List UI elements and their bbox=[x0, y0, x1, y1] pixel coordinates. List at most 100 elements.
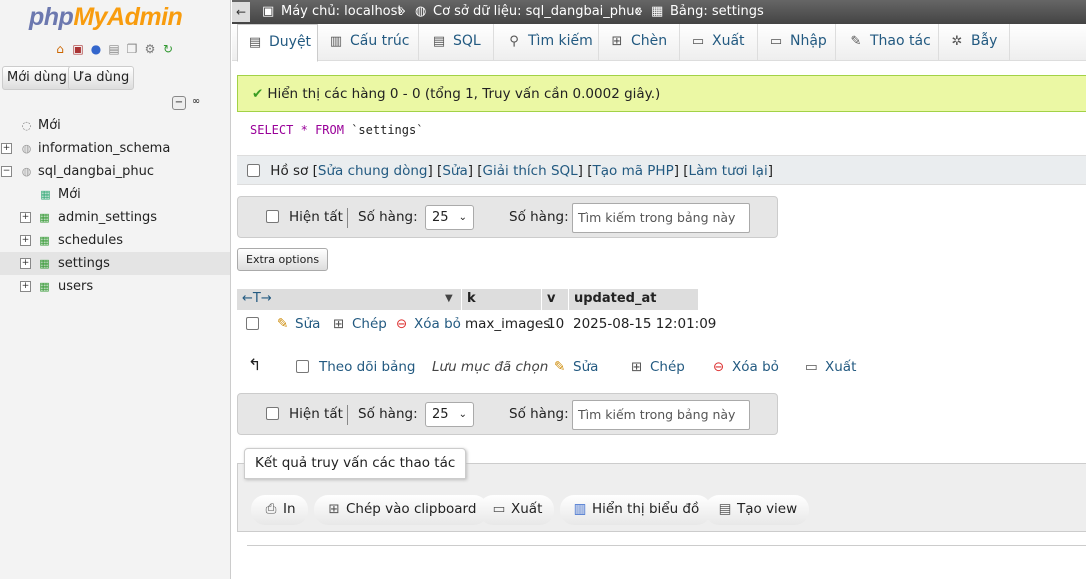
cell-k[interactable]: max_images bbox=[465, 312, 550, 336]
tree-controls: − ∞ bbox=[172, 96, 203, 110]
column-header-v[interactable]: v bbox=[542, 289, 569, 310]
show-all-checkbox[interactable] bbox=[266, 210, 279, 223]
reload-icon[interactable]: ↻ bbox=[160, 41, 176, 57]
tab-browse[interactable]: ▤ Duyệt bbox=[237, 24, 318, 62]
tab-export[interactable]: ▭ Xuất bbox=[680, 24, 758, 61]
sort-icon[interactable]: ▼ bbox=[445, 289, 453, 309]
edit-link[interactable]: Sửa bbox=[442, 163, 467, 179]
tree-new-table[interactable]: ▦ Mới bbox=[0, 183, 230, 206]
show-all-checkbox[interactable] bbox=[266, 407, 279, 420]
help-icon[interactable]: ● bbox=[88, 41, 104, 57]
check-all-checkbox[interactable] bbox=[296, 360, 309, 373]
refresh-link[interactable]: Làm tươi lại bbox=[689, 163, 768, 179]
view-icon: ▤ bbox=[718, 501, 732, 517]
breadcrumb-server[interactable]: Máy chủ: localhost bbox=[281, 0, 403, 24]
navigation-bar-bottom: Hiện tất Số hàng: 25 ⌄ Số hàng: Tìm kiếm … bbox=[237, 393, 778, 435]
row-checkbox[interactable] bbox=[246, 317, 259, 330]
collapse-all-icon[interactable]: − bbox=[172, 96, 186, 110]
copy-icon: ⊞ bbox=[333, 316, 345, 332]
extra-options-button[interactable]: Extra options bbox=[237, 248, 329, 271]
chart-icon: ▥ bbox=[573, 501, 587, 517]
print-button[interactable]: ⎙ In bbox=[251, 495, 308, 525]
rows-select[interactable]: 25 ⌄ bbox=[425, 402, 474, 427]
tree-table-admin-settings[interactable]: + ▦ admin_settings bbox=[0, 206, 230, 229]
cell-v[interactable]: 10 bbox=[547, 312, 564, 336]
filter-label: Số hàng: bbox=[509, 209, 569, 225]
expand-icon[interactable]: + bbox=[20, 281, 31, 292]
table-row: ✎ Sửa ⊞ Chép ⊖ Xóa bỏ max_images 10 2025… bbox=[237, 312, 716, 336]
divider bbox=[247, 545, 1086, 546]
tab-structure[interactable]: ▥ Cấu trúc bbox=[318, 24, 419, 61]
recent-button[interactable]: Mới dùng bbox=[2, 66, 72, 90]
row-edit-link[interactable]: Sửa bbox=[295, 312, 320, 336]
check-icon: ✔ bbox=[252, 86, 264, 102]
wrench-icon: ✎ bbox=[850, 34, 862, 49]
tab-operations[interactable]: ✎ Thao tác bbox=[836, 24, 939, 61]
table-icon: ▦ bbox=[39, 280, 50, 293]
explain-sql-link[interactable]: Giải thích SQL bbox=[483, 163, 578, 179]
breadcrumb-table[interactable]: Bảng: settings bbox=[670, 0, 764, 24]
export-button[interactable]: ▭ Xuất bbox=[479, 495, 555, 525]
link-icon[interactable]: ∞ bbox=[189, 96, 203, 110]
filter-rows-input[interactable]: Tìm kiếm trong bảng này bbox=[572, 400, 750, 430]
copy-to-clipboard-button[interactable]: ⊞ Chép vào clipboard bbox=[314, 495, 489, 525]
expand-icon[interactable]: + bbox=[20, 258, 31, 269]
bulk-edit-button[interactable]: Sửa bbox=[573, 355, 598, 379]
cell-updated-at[interactable]: 2025-08-15 12:01:09 bbox=[573, 312, 716, 336]
tree-db-sql-dangbai-phuc[interactable]: − ◍ sql_dangbai_phuc bbox=[0, 160, 230, 183]
tree-db-information-schema[interactable]: + ◍ information_schema bbox=[0, 137, 230, 160]
create-php-link[interactable]: Tạo mã PHP bbox=[593, 163, 674, 179]
docs-icon[interactable]: ▤ bbox=[106, 41, 122, 57]
breadcrumb-database[interactable]: Cơ sở dữ liệu: sql_dangbai_phuc bbox=[433, 0, 642, 24]
back-arrow-icon[interactable]: ← bbox=[232, 2, 250, 22]
tree-new-database[interactable]: ◌ Mới bbox=[0, 114, 230, 137]
copy-icon[interactable]: ❐ bbox=[124, 41, 140, 57]
expand-icon[interactable]: + bbox=[1, 143, 12, 154]
bulk-delete-button[interactable]: Xóa bỏ bbox=[732, 355, 779, 379]
phpmyadmin-logo[interactable]: phpMyAdmin bbox=[29, 3, 183, 32]
expand-icon[interactable]: + bbox=[20, 235, 31, 246]
logout-icon[interactable]: ▣ bbox=[70, 41, 86, 57]
arrow-up-icon: ↰ bbox=[248, 355, 262, 374]
export-icon: ▭ bbox=[691, 34, 705, 49]
column-arrows[interactable]: ←T→ ▼ bbox=[237, 289, 462, 310]
tree-table-users[interactable]: + ▦ users bbox=[0, 275, 230, 298]
expand-icon[interactable]: + bbox=[20, 212, 31, 223]
favorites-button[interactable]: Ưa dùng bbox=[68, 66, 135, 90]
rows-label: Số hàng: bbox=[358, 209, 418, 225]
database-tree: ◌ Mới + ◍ information_schema − ◍ sql_dan… bbox=[0, 114, 230, 298]
collapse-icon[interactable]: − bbox=[1, 166, 12, 177]
trigger-icon: ✲ bbox=[951, 34, 963, 49]
query-results-title: Kết quả truy vấn các thao tác bbox=[244, 448, 467, 479]
inline-edit-link[interactable]: Sửa chung dòng bbox=[318, 163, 428, 179]
bulk-copy-button[interactable]: Chép bbox=[650, 355, 685, 379]
tab-search[interactable]: ⚲ Tìm kiếm bbox=[494, 24, 599, 61]
filter-rows-input[interactable]: Tìm kiếm trong bảng này bbox=[572, 203, 750, 233]
tab-insert[interactable]: ⊞ Chèn bbox=[599, 24, 680, 61]
row-copy-link[interactable]: Chép bbox=[352, 312, 387, 336]
column-header-updated-at[interactable]: updated_at bbox=[569, 289, 699, 310]
query-tools-bar: Hồ sơ [Sửa chung dòng] [Sửa] [Giải thích… bbox=[237, 155, 1086, 185]
new-table-icon: ▦ bbox=[40, 188, 51, 201]
clipboard-icon: ⊞ bbox=[328, 501, 340, 517]
create-view-button[interactable]: ▤ Tạo view bbox=[705, 495, 810, 525]
rows-select[interactable]: 25 ⌄ bbox=[425, 205, 474, 230]
tree-table-settings[interactable]: + ▦ settings bbox=[0, 252, 230, 275]
database-icon: ◍ bbox=[21, 142, 32, 155]
tree-table-schedules[interactable]: + ▦ schedules bbox=[0, 229, 230, 252]
column-header-k[interactable]: k bbox=[462, 289, 542, 310]
tab-triggers[interactable]: ✲ Bẫy bbox=[939, 24, 1010, 61]
home-icon[interactable]: ⌂ bbox=[52, 41, 68, 57]
profiling-checkbox[interactable] bbox=[247, 164, 260, 177]
with-selected-label: Lưu mục đã chọn bbox=[432, 359, 549, 375]
bulk-actions: ↰ Theo dõi bảng Lưu mục đã chọn ✎ Sửa ⊞ … bbox=[247, 355, 867, 379]
tab-import[interactable]: ▭ Nhập bbox=[758, 24, 836, 61]
import-icon: ▭ bbox=[769, 34, 783, 49]
gear-icon[interactable]: ⚙ bbox=[142, 41, 158, 57]
check-all-label[interactable]: Theo dõi bảng bbox=[319, 355, 416, 379]
tab-sql[interactable]: ▤ SQL bbox=[419, 24, 494, 61]
row-delete-link[interactable]: Xóa bỏ bbox=[414, 312, 461, 336]
main-panel: ← ▣ Máy chủ: localhost » ◍ Cơ sở dữ liệu… bbox=[232, 0, 1086, 579]
display-chart-button[interactable]: ▥ Hiển thị biểu đồ bbox=[560, 495, 712, 525]
bulk-export-button[interactable]: Xuất bbox=[825, 355, 856, 379]
